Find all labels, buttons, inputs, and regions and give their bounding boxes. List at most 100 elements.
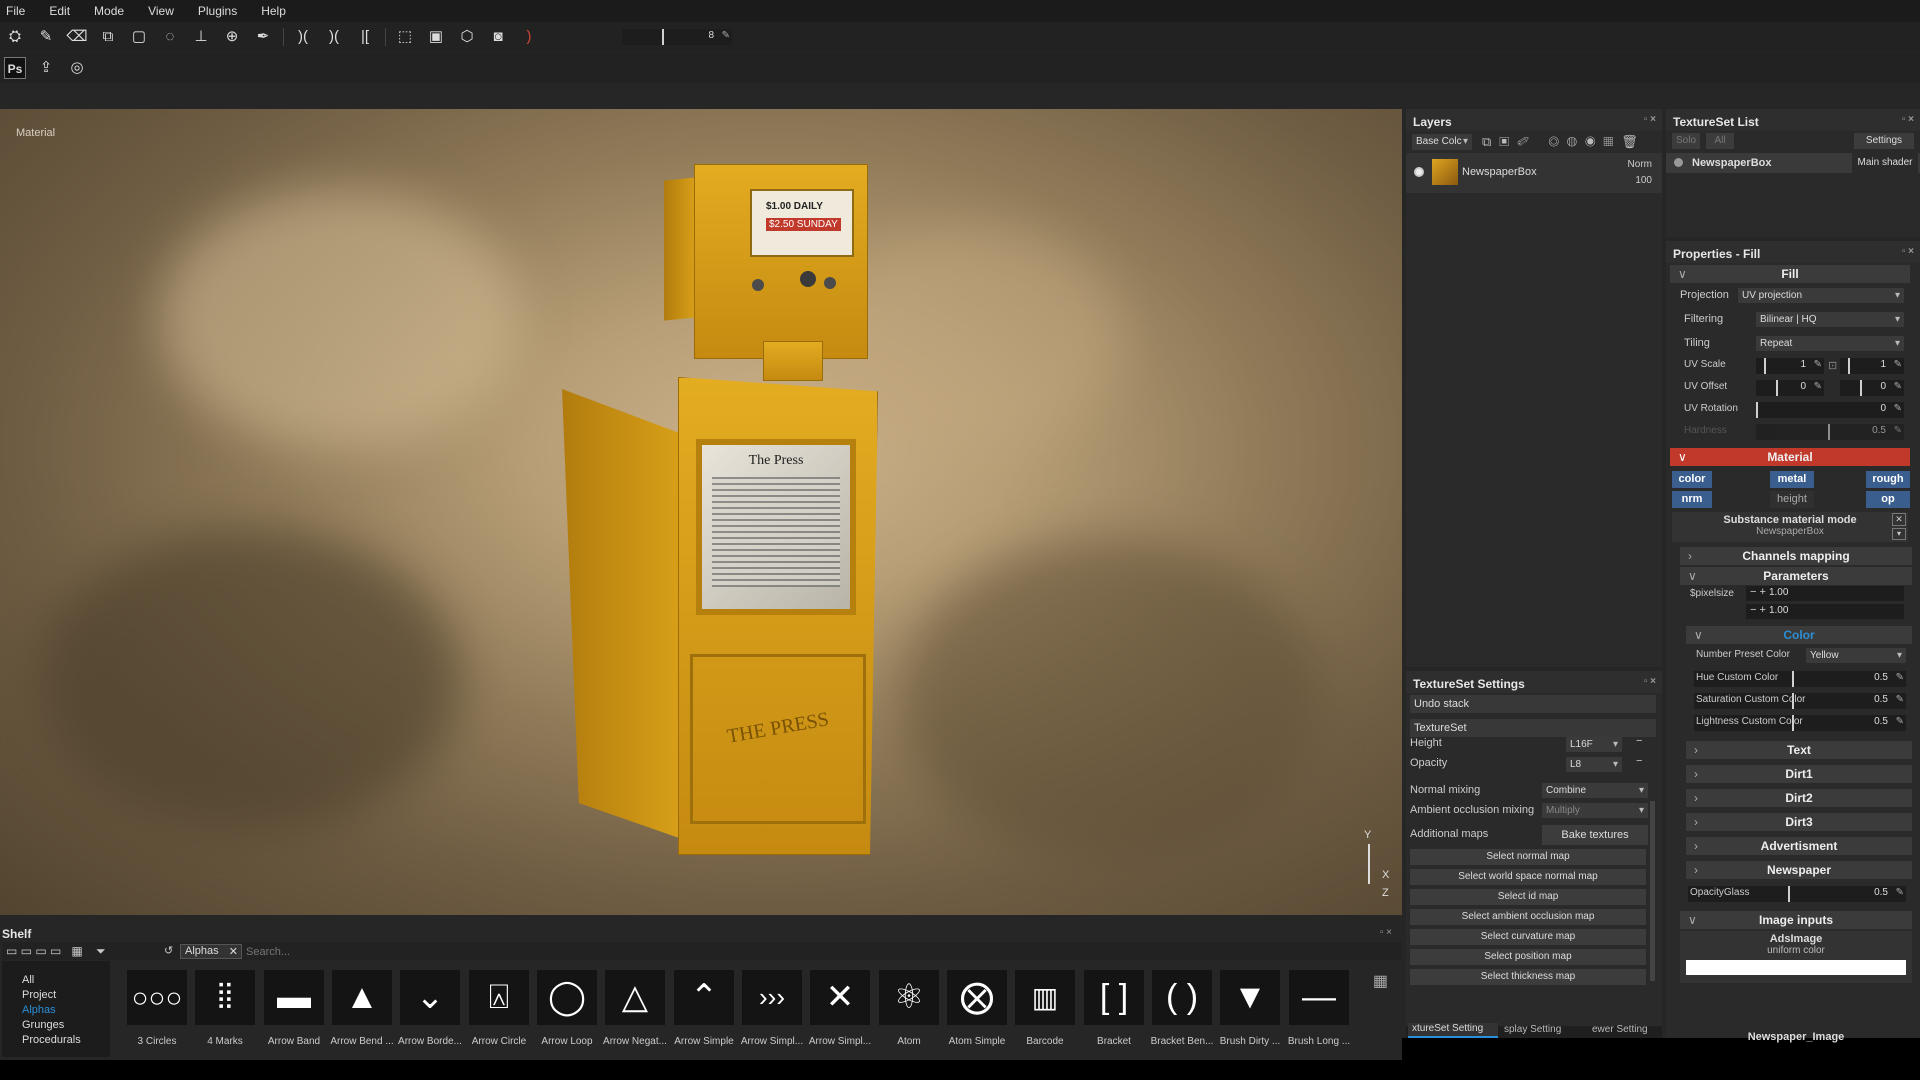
select-curvature-map-button[interactable]: Select curvature map: [1410, 929, 1646, 945]
eraser-icon[interactable]: ⌫: [66, 26, 88, 48]
opacity-glass-slider[interactable]: OpacityGlass 0.5 ✎: [1688, 886, 1906, 902]
channel-op-toggle[interactable]: op: [1866, 491, 1910, 508]
symmetry-y-icon[interactable]: )(: [323, 26, 345, 48]
alpha-arrow-negative[interactable]: △: [605, 970, 665, 1025]
lazy-mouse-icon[interactable]: ): [518, 26, 540, 48]
alpha-arrow-simple[interactable]: ⌃: [674, 970, 734, 1025]
menu-file[interactable]: File: [6, 4, 25, 18]
panel-controls-icon[interactable]: ▫ ×: [1644, 676, 1656, 687]
paint-tool-icon[interactable]: ⛭: [4, 26, 26, 48]
select-world-normal-map-button[interactable]: Select world space normal map: [1410, 869, 1646, 885]
edit-value-icon[interactable]: ✎: [722, 30, 730, 41]
group-dirt2-header[interactable]: › Dirt2: [1686, 789, 1912, 807]
alpha-arrow-border[interactable]: ⌄: [400, 970, 460, 1025]
filter-tag[interactable]: Alphas ✕: [180, 944, 242, 959]
symmetry-icon[interactable]: )(: [292, 26, 314, 48]
slider-knob[interactable]: [1828, 424, 1830, 440]
slider-knob[interactable]: [1860, 380, 1862, 396]
group-text-header[interactable]: › Text: [1686, 741, 1912, 759]
alpha-arrow-band[interactable]: ▬: [264, 970, 324, 1025]
screenshot-icon[interactable]: ◙: [487, 26, 509, 48]
scrollbar[interactable]: [1650, 801, 1655, 981]
substance-icon[interactable]: ◎: [66, 57, 88, 79]
uv-scale-v-slider[interactable]: 1 ✎: [1840, 358, 1904, 374]
edit-value-icon[interactable]: ✎: [1814, 381, 1822, 392]
pixelsize-field-b[interactable]: − + 1.00: [1746, 604, 1904, 619]
menu-view[interactable]: View: [148, 4, 174, 18]
category-procedurals[interactable]: Procedurals: [22, 1034, 81, 1046]
normal-mixing-dropdown[interactable]: Combine: [1542, 783, 1648, 799]
color-section-header[interactable]: ∨ Color: [1686, 626, 1912, 644]
edit-value-icon[interactable]: ✎: [1896, 716, 1904, 727]
brush-icon[interactable]: ✎: [35, 26, 57, 48]
alpha-atom[interactable]: ⚛: [879, 970, 939, 1025]
channel-rough-toggle[interactable]: rough: [1866, 471, 1910, 488]
photoshop-icon[interactable]: Ps: [4, 57, 26, 79]
channel-height-toggle[interactable]: height: [1770, 491, 1814, 508]
preset-color-dropdown[interactable]: Yellow: [1806, 648, 1906, 664]
channels-mapping-header[interactable]: › Channels mapping: [1680, 547, 1912, 565]
alpha-atom-simple[interactable]: ⨂: [947, 970, 1007, 1025]
remove-channel-icon[interactable]: −: [1636, 735, 1642, 747]
slider-knob[interactable]: [1756, 402, 1758, 418]
layer-blend-mode[interactable]: Norm: [1628, 159, 1652, 170]
channel-metal-toggle[interactable]: metal: [1770, 471, 1814, 488]
alpha-arrow-simple-2[interactable]: ›››: [742, 970, 802, 1025]
ads-image-input[interactable]: AdsImage uniform color: [1680, 931, 1912, 983]
settings-button[interactable]: Settings: [1854, 133, 1914, 149]
category-alphas[interactable]: Alphas: [22, 1004, 56, 1016]
alpha-brush-dirty[interactable]: ▼: [1220, 970, 1280, 1025]
all-button[interactable]: All: [1706, 133, 1734, 149]
edit-value-icon[interactable]: ✎: [1894, 403, 1902, 414]
slider-knob[interactable]: [662, 29, 664, 45]
close-icon[interactable]: ✕: [229, 945, 238, 958]
alpha-bracket[interactable]: [ ]: [1084, 970, 1144, 1025]
bake-textures-button[interactable]: Bake textures: [1542, 825, 1648, 845]
folder-icons[interactable]: ▭ ▭ ▭ ▭ ▦ ⏷: [6, 944, 106, 959]
clone-stamp-icon[interactable]: ⊥: [190, 26, 212, 48]
color-picker-icon[interactable]: ✒: [252, 26, 274, 48]
textureset-section[interactable]: TextureSet: [1410, 719, 1656, 737]
slider-knob[interactable]: [1764, 358, 1766, 374]
tab-viewer-settings[interactable]: ewer Setting: [1592, 1024, 1648, 1035]
uv-offset-u-slider[interactable]: 0 ✎: [1756, 380, 1824, 396]
edit-value-icon[interactable]: ✎: [1896, 694, 1904, 705]
export-icon[interactable]: ⇪: [35, 57, 57, 79]
uv-scale-u-slider[interactable]: 1 ✎: [1756, 358, 1824, 374]
3d-viewport[interactable]: Material $1.00 DAILY $2.50 SUNDAY The Pr…: [0, 109, 1402, 915]
reset-icon[interactable]: ↺: [164, 944, 173, 957]
select-ao-map-button[interactable]: Select ambient occlusion map: [1410, 909, 1646, 925]
slider-knob[interactable]: [1792, 715, 1794, 731]
brush-size-slider[interactable]: 8 ✎: [622, 29, 732, 45]
3d-box-icon[interactable]: ⬡: [456, 26, 478, 48]
grid-view-icon[interactable]: ▦: [1373, 971, 1388, 991]
filtering-dropdown[interactable]: Bilinear | HQ: [1756, 312, 1904, 328]
pixelsize-field-a[interactable]: − + 1.00: [1746, 586, 1904, 601]
panel-controls-icon[interactable]: ▫ ×: [1902, 114, 1914, 125]
panel-controls-icon[interactable]: ▫ ×: [1902, 246, 1914, 257]
textureset-row[interactable]: NewspaperBox Main shader: [1666, 153, 1920, 173]
hue-custom-color-slider[interactable]: Hue Custom Color 0.5 ✎: [1694, 671, 1906, 687]
alpha-arrow-bend[interactable]: ▲: [332, 970, 392, 1025]
projection-dropdown[interactable]: UV projection: [1738, 288, 1904, 304]
alpha-arrow-simple-3[interactable]: ✕: [810, 970, 870, 1025]
group-dirt1-header[interactable]: › Dirt1: [1686, 765, 1912, 783]
menu-plugins[interactable]: Plugins: [198, 4, 237, 18]
panel-controls-icon[interactable]: ▫ ×: [1644, 114, 1656, 125]
hardness-slider[interactable]: 0.5 ✎: [1756, 424, 1904, 440]
alpha-barcode[interactable]: ▥: [1015, 970, 1075, 1025]
slider-knob[interactable]: [1792, 693, 1794, 709]
symmetry-z-icon[interactable]: |[: [354, 26, 376, 48]
layer-actions-icons[interactable]: ⧉▣✐ ◎◍◉▦🗑: [1482, 134, 1646, 150]
select-normal-map-button[interactable]: Select normal map: [1410, 849, 1646, 865]
link-icon[interactable]: ⊡: [1828, 359, 1837, 372]
tab-textureset-settings[interactable]: xtureSet Setting: [1408, 1023, 1498, 1038]
smudge-icon[interactable]: ◌: [159, 26, 181, 48]
select-id-map-button[interactable]: Select id map: [1410, 889, 1646, 905]
alpha-4-marks[interactable]: ⦙⦙: [195, 970, 255, 1025]
camera-icon[interactable]: ▣: [425, 26, 447, 48]
polygon-fill-icon[interactable]: ▢: [128, 26, 150, 48]
lightness-custom-color-slider[interactable]: Lightness Custom Color 0.5 ✎: [1694, 715, 1906, 731]
remove-channel-icon[interactable]: −: [1636, 755, 1642, 767]
uv-offset-v-slider[interactable]: 0 ✎: [1840, 380, 1904, 396]
